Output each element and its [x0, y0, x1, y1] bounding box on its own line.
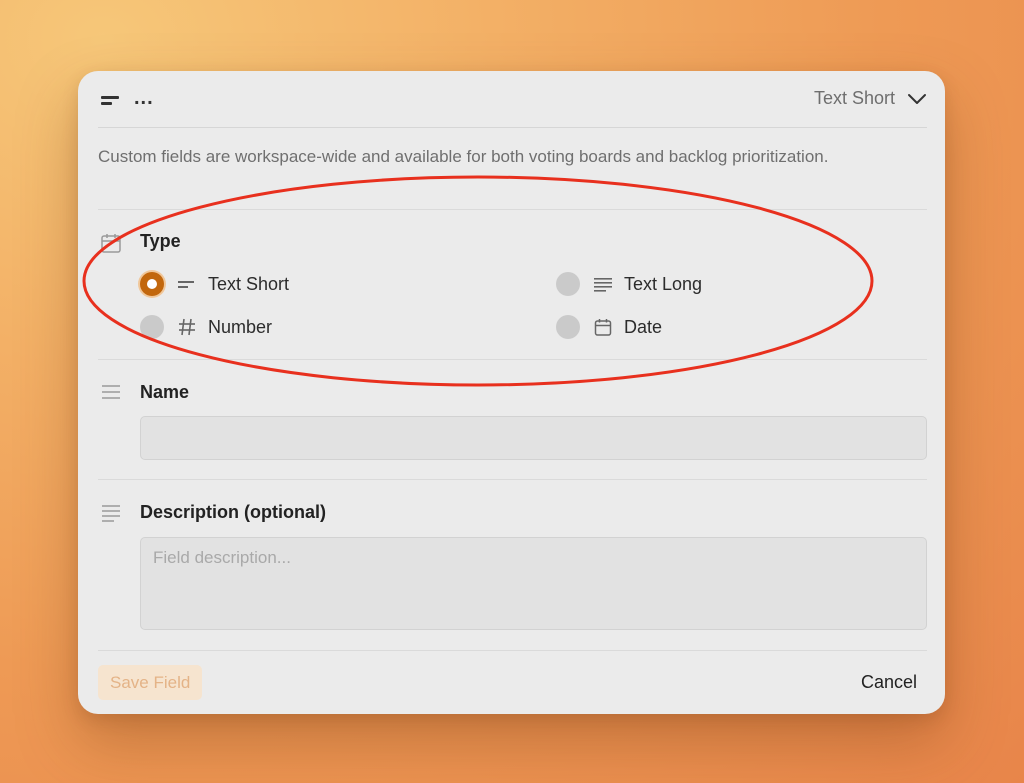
- name-input[interactable]: [140, 416, 927, 460]
- hash-icon: [179, 318, 195, 336]
- type-option-label: Date: [624, 316, 663, 337]
- divider: [98, 359, 927, 360]
- radio-unselected[interactable]: [556, 315, 580, 339]
- type-option-label: Text Long: [624, 273, 703, 294]
- field-type-dropdown[interactable]: Text Short: [814, 88, 927, 109]
- chevron-down-icon: [908, 93, 926, 104]
- text-lines-icon: [102, 505, 120, 522]
- radio-unselected[interactable]: [556, 272, 580, 296]
- calendar-icon: [101, 234, 121, 253]
- text-short-icon: [101, 96, 119, 105]
- type-label: Type: [140, 231, 181, 251]
- name-label: Name: [140, 382, 190, 402]
- type-option-text-long[interactable]: Text Long: [556, 272, 702, 296]
- cancel-button[interactable]: Cancel: [861, 665, 917, 700]
- divider: [98, 209, 927, 210]
- info-text: Custom fields are workspace-wide and ava…: [98, 147, 829, 166]
- type-option-number[interactable]: Number: [140, 315, 272, 339]
- dialog-header: ... Text Short: [98, 71, 927, 128]
- divider: [98, 650, 927, 651]
- calendar-icon: [594, 319, 612, 336]
- divider: [98, 479, 927, 480]
- radio-unselected[interactable]: [140, 315, 164, 339]
- type-option-date[interactable]: Date: [556, 315, 662, 339]
- description-textarea[interactable]: [140, 537, 927, 630]
- save-field-button[interactable]: Save Field: [98, 665, 203, 700]
- radio-selected[interactable]: [140, 272, 164, 296]
- field-title: ...: [134, 87, 154, 109]
- type-option-label: Number: [208, 316, 273, 337]
- text-long-icon: [594, 278, 612, 292]
- custom-field-dialog: ... Text Short Custom fields are workspa…: [78, 71, 945, 714]
- description-label: Description (optional): [140, 502, 326, 522]
- field-type-dropdown-label: Text Short: [813, 88, 895, 108]
- text-short-icon: [178, 281, 194, 288]
- type-option-label: Text Short: [208, 273, 290, 294]
- menu-lines-icon: [102, 385, 120, 399]
- type-option-text-short[interactable]: Text Short: [140, 272, 289, 296]
